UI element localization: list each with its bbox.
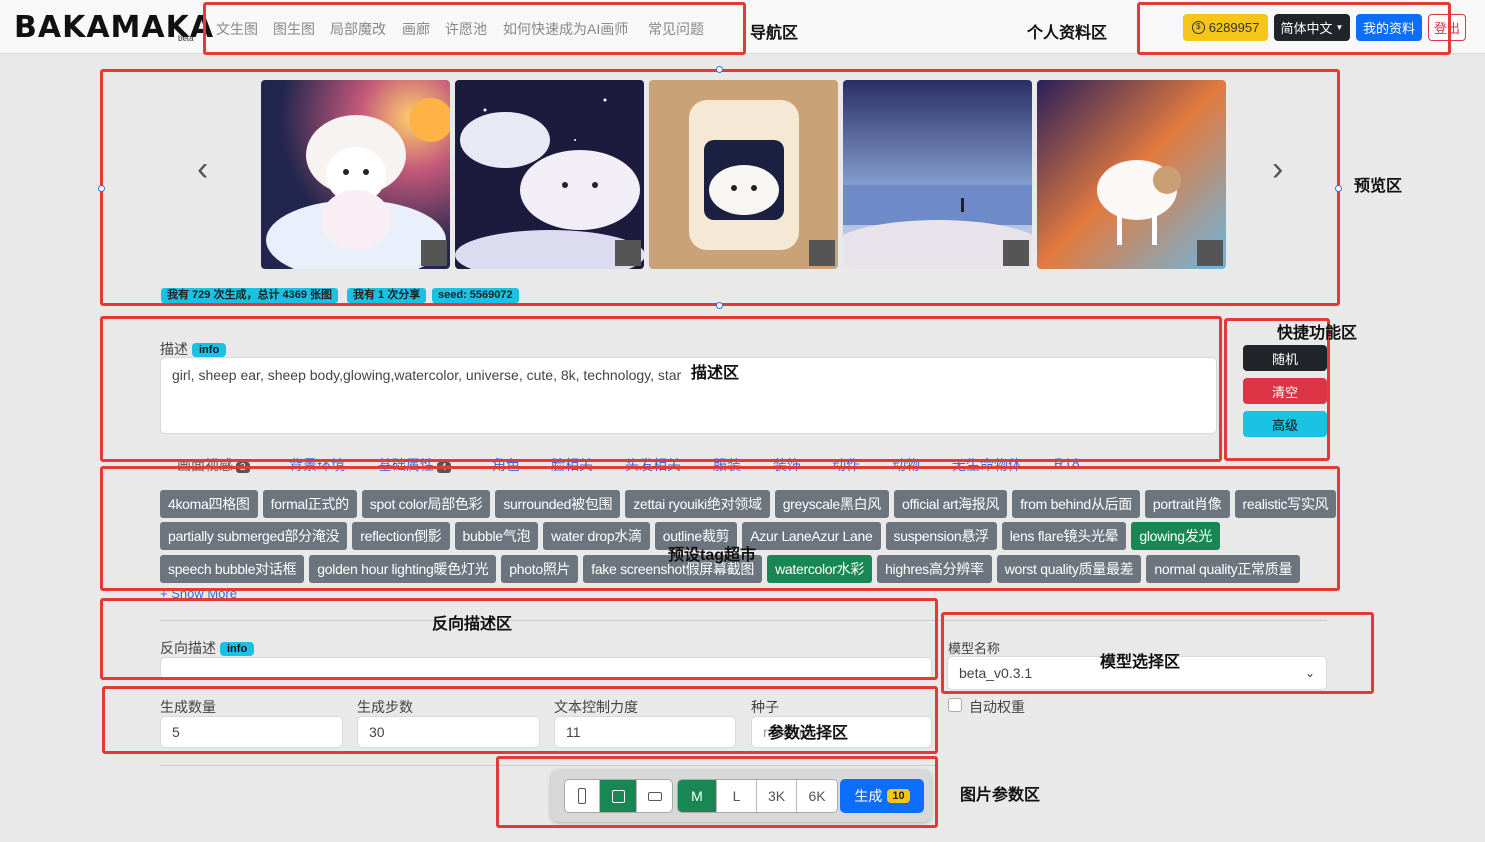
annotation-box-tags [100,466,1340,591]
annotation-box-nav [203,2,746,55]
resize-handle [1335,185,1342,192]
annotation-box-negative [100,598,938,680]
annotation-box-preview [100,69,1340,306]
annotation-label-params: 参数选择区 [768,725,849,742]
annotation-label-negative: 反向描述区 [432,616,513,633]
annotation-label-tags: 预设tag超市 [668,547,757,564]
annotation-box-prompt [100,316,1222,462]
annotation-label-preview: 预览区 [1354,178,1403,195]
annotation-box-profile [1137,2,1451,55]
annotation-label-profile: 个人资料区 [1027,25,1108,42]
auto-weight-label: 自动权重 [969,699,1025,715]
resize-handle [716,66,723,73]
annotation-label-image: 图片参数区 [960,787,1041,804]
annotation-label-prompt: 描述区 [691,365,740,382]
annotation-label-model: 模型选择区 [1100,654,1181,671]
annotation-label-quick: 快捷功能区 [1277,325,1358,342]
resize-handle [98,185,105,192]
annotation-box-image [496,756,938,828]
auto-weight-checkbox[interactable] [948,698,962,712]
annotation-label-nav: 导航区 [750,25,799,42]
resize-handle [716,302,723,309]
logo-beta-label: beta [178,34,194,43]
